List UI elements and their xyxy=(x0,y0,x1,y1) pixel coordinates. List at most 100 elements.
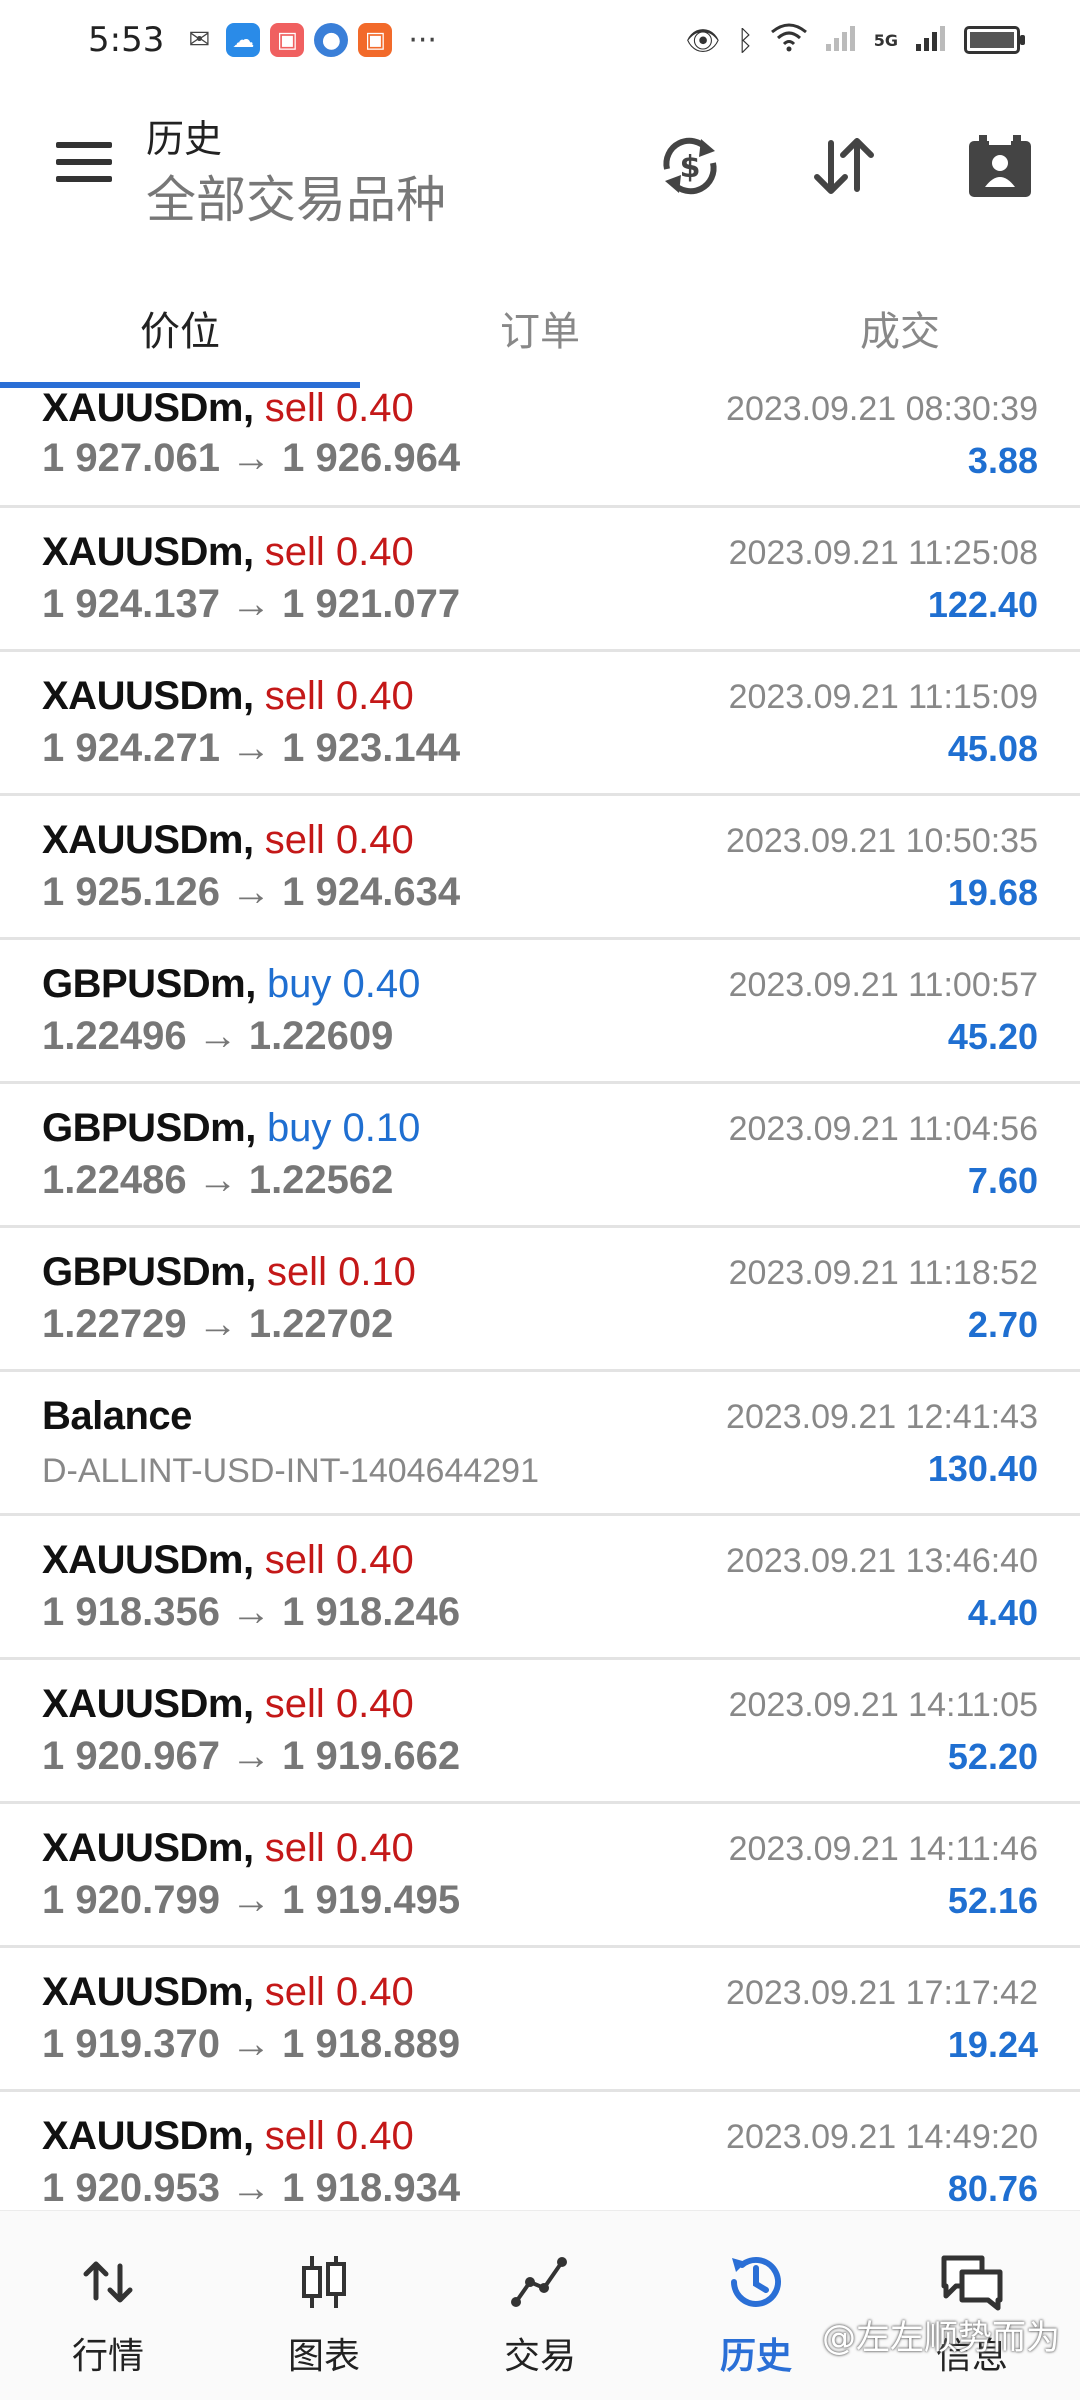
status-time: 5:53 xyxy=(88,20,165,60)
bottom-navigation: 行情 图表 交易 历史 信息 xyxy=(0,2210,1080,2400)
watermark: @左左顺势而为 xyxy=(822,2318,1060,2358)
open-close-prices: 1 924.137 → 1 921.077 xyxy=(42,582,461,626)
history-row[interactable]: Balance D-ALLINT-USD-INT-1404644291 2023.0… xyxy=(0,1372,1080,1516)
chart-icon xyxy=(289,2247,359,2317)
nav-label: 历史 xyxy=(719,2336,792,2377)
row-timestamp: 2023.09.21 11:15:09 xyxy=(728,678,1038,716)
history-row[interactable]: XAUUSDm, sell 0.40 1 919.370 → 1 918.889 2… xyxy=(0,1948,1080,2092)
symbol-name: GBPUSDm, xyxy=(42,1250,256,1294)
row-title: XAUUSDm, sell 0.40 xyxy=(42,818,414,863)
signal-icon xyxy=(824,22,858,59)
nav-chart[interactable]: 图表 xyxy=(216,2211,432,2400)
nav-label: 行情 xyxy=(71,2336,144,2377)
history-row[interactable]: XAUUSDm, sell 0.40 1 924.271 → 1 923.144 2… xyxy=(0,652,1080,796)
history-row[interactable]: XAUUSDm, sell 0.40 1 920.953 → 1 918.934 2… xyxy=(0,2092,1080,2210)
report-button[interactable] xyxy=(962,128,1038,204)
row-timestamp: 2023.09.21 14:11:05 xyxy=(728,1686,1038,1724)
nav-label: 图表 xyxy=(287,2336,360,2377)
history-row[interactable]: XAUUSDm, sell 0.40 1 918.356 → 1 918.246 2… xyxy=(0,1516,1080,1660)
trade-direction-volume: sell 0.40 xyxy=(264,818,414,862)
row-timestamp: 2023.09.21 14:49:20 xyxy=(726,2118,1038,2156)
history-list[interactable]: XAUUSDm, sell 0.40 1 927.061 → 1 926.964 2… xyxy=(0,388,1080,2210)
nav-trade[interactable]: 交易 xyxy=(432,2211,648,2400)
row-timestamp: 2023.09.21 11:18:52 xyxy=(728,1254,1038,1292)
trade-direction-volume: buy 0.40 xyxy=(266,962,421,1006)
tab-positions[interactable]: 价位 xyxy=(0,270,360,386)
symbol-name: GBPUSDm, xyxy=(42,962,256,1006)
row-profit: 7.60 xyxy=(967,1160,1038,1201)
top-app-bar: 历史 全部交易品种 $ xyxy=(0,90,1080,240)
history-row[interactable]: GBPUSDm, sell 0.10 1.22729 → 1.22702 2023.… xyxy=(0,1228,1080,1372)
row-title: GBPUSDm, sell 0.10 xyxy=(42,1250,416,1295)
history-row[interactable]: XAUUSDm, sell 0.40 1 924.137 → 1 921.077 2… xyxy=(0,508,1080,652)
symbol-filter[interactable]: 全部交易品种 xyxy=(146,160,446,232)
trade-direction-volume: sell 0.40 xyxy=(264,530,414,574)
row-title: XAUUSDm, sell 0.40 xyxy=(42,388,414,431)
bluetooth-icon: ᛒ xyxy=(736,23,754,57)
trade-direction-volume: sell 0.40 xyxy=(264,1682,414,1726)
history-row[interactable]: GBPUSDm, buy 0.10 1.22486 → 1.22562 2023.0… xyxy=(0,1084,1080,1228)
quotes-icon xyxy=(73,2247,143,2317)
row-title: XAUUSDm, sell 0.40 xyxy=(42,530,414,575)
page-title: 历史 xyxy=(146,119,223,161)
history-row[interactable]: XAUUSDm, sell 0.40 1 925.126 → 1 924.634 2… xyxy=(0,796,1080,940)
row-timestamp: 2023.09.21 12:41:43 xyxy=(726,1398,1038,1436)
weather-icon: ☁ xyxy=(226,23,261,57)
nav-messages[interactable]: 信息 xyxy=(864,2211,1080,2400)
nav-history[interactable]: 历史 xyxy=(648,2211,864,2400)
row-profit: 122.40 xyxy=(927,584,1038,625)
row-timestamp: 2023.09.21 10:50:35 xyxy=(726,822,1038,860)
trade-icon xyxy=(505,2247,575,2317)
row-profit: 3.88 xyxy=(967,440,1038,481)
history-row[interactable]: XAUUSDm, sell 0.40 1 920.799 → 1 919.495 2… xyxy=(0,1804,1080,1948)
symbol-name: XAUUSDm, xyxy=(42,388,254,430)
nav-quotes[interactable]: 行情 xyxy=(0,2211,216,2400)
symbol-name: GBPUSDm, xyxy=(42,1106,256,1150)
trade-direction-volume: sell 0.10 xyxy=(266,1250,416,1294)
open-close-prices: 1.22486 → 1.22562 xyxy=(42,1158,394,1202)
notification-icons: ✉ ☁ ▣ ● ▣ ··· xyxy=(182,23,437,58)
app-icon: ▣ xyxy=(270,23,305,57)
network-type: 5G xyxy=(873,30,898,50)
symbol-name: XAUUSDm, xyxy=(42,674,254,718)
row-title: XAUUSDm, sell 0.40 xyxy=(42,2114,414,2159)
open-close-prices: 1.22729 → 1.22702 xyxy=(42,1302,394,1346)
currency-sync-icon: $ xyxy=(663,137,717,195)
row-profit: 52.20 xyxy=(947,1736,1038,1777)
history-row[interactable]: XAUUSDm, sell 0.40 1 927.061 → 1 926.964 2… xyxy=(0,388,1080,508)
wifi-icon xyxy=(770,22,808,59)
row-timestamp: 2023.09.21 17:17:42 xyxy=(726,1974,1038,2012)
open-close-prices: 1 925.126 → 1 924.634 xyxy=(42,870,461,914)
nav-label: 交易 xyxy=(503,2336,576,2377)
row-title: XAUUSDm, sell 0.40 xyxy=(42,1970,414,2015)
history-row[interactable]: GBPUSDm, buy 0.40 1.22496 → 1.22609 2023.0… xyxy=(0,940,1080,1084)
row-timestamp: 2023.09.21 08:30:39 xyxy=(726,390,1038,428)
symbol-name: XAUUSDm, xyxy=(42,1682,254,1726)
sort-button[interactable] xyxy=(806,128,882,204)
tab-deals[interactable]: 成交 xyxy=(720,270,1080,386)
row-timestamp: 2023.09.21 13:46:40 xyxy=(726,1542,1038,1580)
app-icon: ▣ xyxy=(358,23,393,57)
balance-comment: D-ALLINT-USD-INT-1404644291 xyxy=(42,1452,540,1490)
open-close-prices: 1 924.271 → 1 923.144 xyxy=(42,726,461,770)
row-profit: 45.20 xyxy=(947,1016,1038,1057)
row-title: GBPUSDm, buy 0.10 xyxy=(42,1106,420,1151)
row-profit: 19.68 xyxy=(947,872,1038,913)
trade-direction-volume: sell 0.40 xyxy=(264,1970,414,2014)
tab-bar: 价位 订单 成交 xyxy=(0,270,1080,386)
currency-sync-button[interactable]: $ xyxy=(652,128,728,204)
open-close-prices: 1 920.799 → 1 919.495 xyxy=(42,1878,461,1922)
symbol-name: XAUUSDm, xyxy=(42,1970,254,2014)
open-close-prices: 1.22496 → 1.22609 xyxy=(42,1014,394,1058)
tab-orders[interactable]: 订单 xyxy=(360,270,720,386)
trade-direction-volume: sell 0.40 xyxy=(264,1538,414,1582)
row-timestamp: 2023.09.21 11:04:56 xyxy=(728,1110,1038,1148)
more-notifications-icon: ··· xyxy=(408,22,437,58)
history-row[interactable]: XAUUSDm, sell 0.40 1 920.967 → 1 919.662 2… xyxy=(0,1660,1080,1804)
trade-direction-volume: sell 0.40 xyxy=(264,388,414,430)
sort-icon xyxy=(814,138,874,194)
menu-icon[interactable] xyxy=(56,142,112,182)
open-close-prices: 1 920.953 → 1 918.934 xyxy=(42,2166,461,2210)
calendar-user-icon xyxy=(969,135,1031,197)
open-close-prices: 1 919.370 → 1 918.889 xyxy=(42,2022,461,2066)
